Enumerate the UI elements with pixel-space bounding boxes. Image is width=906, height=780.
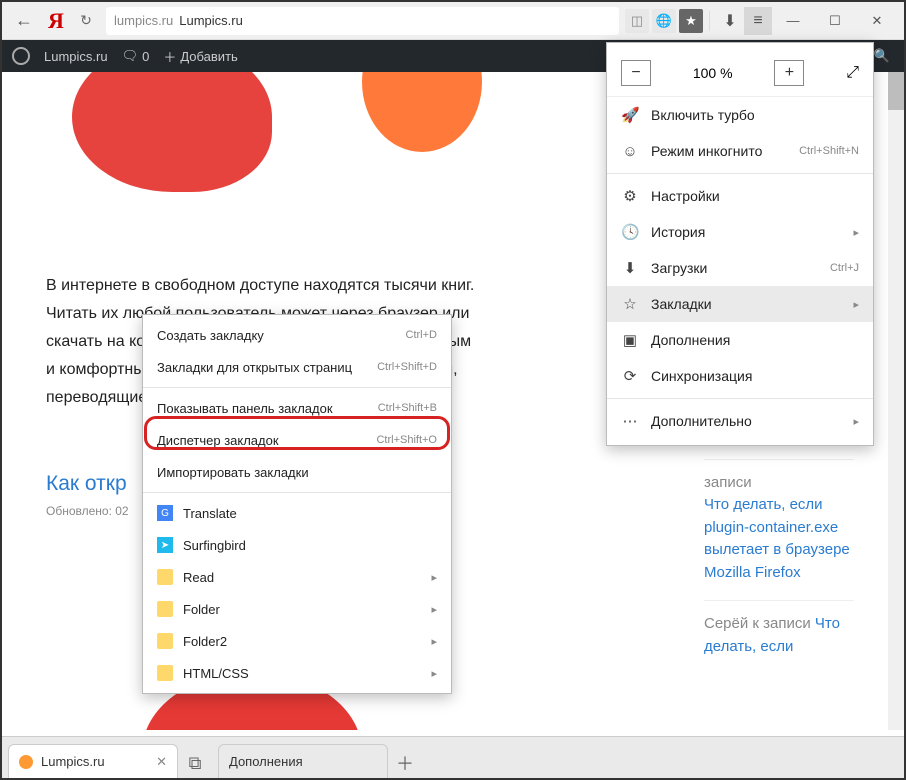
mask-icon: ☺ bbox=[621, 143, 639, 160]
article-link[interactable]: Как откр bbox=[46, 472, 127, 496]
chevron-right-icon: ▸ bbox=[853, 298, 859, 311]
new-tab-button[interactable]: ＋ bbox=[388, 748, 422, 778]
menu-divider bbox=[607, 398, 873, 399]
scrollbar-thumb[interactable] bbox=[888, 72, 904, 110]
sidebar-item: записи Что делать, если plugin-container… bbox=[704, 459, 854, 585]
close-window-button[interactable]: ✕ bbox=[856, 7, 898, 35]
chevron-right-icon: ▸ bbox=[431, 603, 437, 616]
menu-more[interactable]: ⋯Дополнительно▸ bbox=[607, 403, 873, 439]
globe-icon[interactable]: 🌐 bbox=[652, 9, 676, 33]
main-menu: − 100 % + ⤢ 🚀Включить турбо ☺Режим инког… bbox=[606, 42, 874, 446]
zoom-in-button[interactable]: + bbox=[774, 60, 804, 86]
yandex-logo[interactable]: Я bbox=[40, 8, 72, 34]
favicon-icon bbox=[19, 755, 33, 769]
chevron-right-icon: ▸ bbox=[853, 415, 859, 428]
wp-comments[interactable]: 🗨 0 bbox=[122, 48, 150, 64]
minimize-button[interactable]: — bbox=[772, 7, 814, 35]
decoration-orange-blob bbox=[362, 72, 482, 152]
downloads-button[interactable]: ⬇ bbox=[716, 7, 744, 35]
zoom-controls: − 100 % + ⤢ bbox=[607, 49, 873, 97]
decoration-red-blob bbox=[72, 72, 272, 192]
folder-icon bbox=[157, 601, 173, 617]
submenu-surfingbird[interactable]: ➤Surfingbird bbox=[143, 529, 451, 561]
menu-divider bbox=[143, 387, 451, 388]
fullscreen-icon[interactable]: ⤢ bbox=[846, 64, 859, 82]
menu-sync[interactable]: ⟳Синхронизация bbox=[607, 358, 873, 394]
wp-site-link[interactable]: Lumpics.ru bbox=[44, 49, 108, 64]
wordpress-icon[interactable] bbox=[12, 47, 30, 65]
submenu-translate[interactable]: GTranslate bbox=[143, 497, 451, 529]
submenu-show-panel[interactable]: Показывать панель закладокCtrl+Shift+B bbox=[143, 392, 451, 424]
tab-title: Дополнения bbox=[229, 754, 377, 769]
titlebar: ← Я ↻ lumpics.ru Lumpics.ru ◫ 🌐 ★ ⬇ ≡ — … bbox=[2, 2, 904, 40]
menu-incognito[interactable]: ☺Режим инкогнитоCtrl+Shift+N bbox=[607, 133, 873, 169]
menu-button[interactable]: ≡ bbox=[744, 7, 772, 35]
submenu-import-bookmarks[interactable]: Импортировать закладки bbox=[143, 456, 451, 488]
menu-downloads[interactable]: ⬇ЗагрузкиCtrl+J bbox=[607, 250, 873, 286]
clock-icon: 🕓 bbox=[621, 223, 639, 241]
maximize-button[interactable]: ☐ bbox=[814, 7, 856, 35]
sliders-icon: ⚙ bbox=[621, 187, 639, 205]
menu-turbo[interactable]: 🚀Включить турбо bbox=[607, 97, 873, 133]
article-meta: Обновлено: 02 bbox=[46, 504, 129, 518]
url-title: Lumpics.ru bbox=[179, 13, 243, 28]
wp-add-new[interactable]: ＋ Добавить bbox=[163, 47, 237, 66]
folder-icon bbox=[157, 665, 173, 681]
bookmarks-submenu: Создать закладкуCtrl+D Закладки для откр… bbox=[142, 314, 452, 694]
folder-icon bbox=[157, 569, 173, 585]
separator bbox=[709, 11, 710, 31]
folder-icon bbox=[157, 633, 173, 649]
tab-separator-icon[interactable]: ⧉ bbox=[178, 748, 212, 778]
reload-icon[interactable]: ↻ bbox=[72, 12, 100, 29]
tab-lumpics[interactable]: Lumpics.ru ✕ bbox=[8, 744, 178, 778]
vertical-scrollbar[interactable] bbox=[888, 72, 904, 730]
translate-icon: G bbox=[157, 505, 173, 521]
submenu-create-bookmark[interactable]: Создать закладкуCtrl+D bbox=[143, 319, 451, 351]
bookmark-star-icon[interactable]: ★ bbox=[679, 9, 703, 33]
puzzle-icon: ▣ bbox=[621, 331, 639, 349]
tab-title: Lumpics.ru bbox=[41, 754, 148, 769]
submenu-htmlcss[interactable]: HTML/CSS▸ bbox=[143, 657, 451, 689]
menu-bookmarks[interactable]: ☆Закладки▸ bbox=[607, 286, 873, 322]
chevron-right-icon: ▸ bbox=[431, 667, 437, 680]
url-host: lumpics.ru bbox=[114, 13, 173, 28]
chevron-right-icon: ▸ bbox=[431, 571, 437, 584]
zoom-out-button[interactable]: − bbox=[621, 60, 651, 86]
tab-bar: Lumpics.ru ✕ ⧉ Дополнения ＋ bbox=[2, 736, 904, 778]
close-tab-icon[interactable]: ✕ bbox=[156, 754, 167, 770]
download-icon: ⬇ bbox=[621, 259, 639, 277]
submenu-folder-read[interactable]: Read▸ bbox=[143, 561, 451, 593]
chevron-right-icon: ▸ bbox=[853, 226, 859, 239]
submenu-folder2[interactable]: Folder2▸ bbox=[143, 625, 451, 657]
menu-settings[interactable]: ⚙Настройки bbox=[607, 178, 873, 214]
rocket-icon: 🚀 bbox=[621, 106, 639, 124]
back-button[interactable]: ← bbox=[8, 7, 40, 35]
menu-divider bbox=[143, 492, 451, 493]
sidebar-item: Серёй к записи Что делать, если bbox=[704, 600, 854, 658]
surfingbird-icon: ➤ bbox=[157, 537, 173, 553]
tab-addons[interactable]: Дополнения bbox=[218, 744, 388, 778]
sync-icon: ⟳ bbox=[621, 367, 639, 385]
menu-addons[interactable]: ▣Дополнения bbox=[607, 322, 873, 358]
menu-divider bbox=[607, 173, 873, 174]
screenshot-icon[interactable]: ◫ bbox=[625, 9, 649, 33]
menu-history[interactable]: 🕓История▸ bbox=[607, 214, 873, 250]
submenu-folder[interactable]: Folder▸ bbox=[143, 593, 451, 625]
submenu-bookmarks-open-pages[interactable]: Закладки для открытых страницCtrl+Shift+… bbox=[143, 351, 451, 383]
address-bar[interactable]: lumpics.ru Lumpics.ru bbox=[106, 7, 619, 35]
submenu-bookmark-manager[interactable]: Диспетчер закладокCtrl+Shift+O bbox=[143, 424, 451, 456]
star-icon: ☆ bbox=[621, 295, 639, 313]
dots-icon: ⋯ bbox=[621, 412, 639, 430]
chevron-right-icon: ▸ bbox=[431, 635, 437, 648]
zoom-level: 100 % bbox=[693, 65, 733, 81]
